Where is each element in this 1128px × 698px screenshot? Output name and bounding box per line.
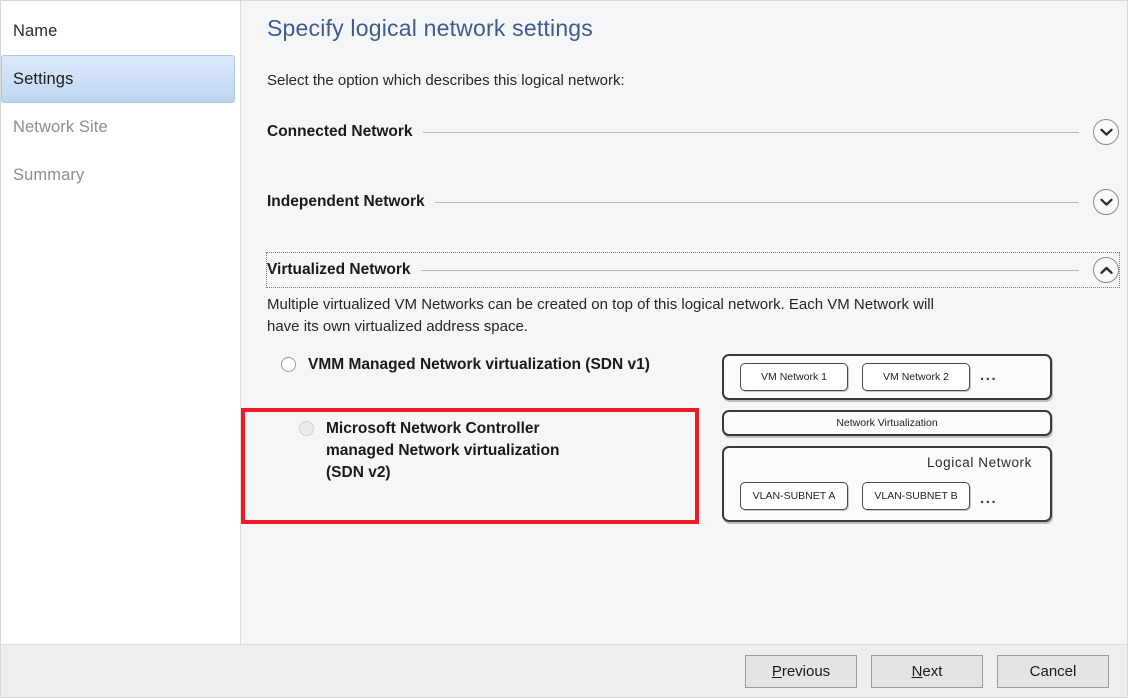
section-title: Connected Network [267, 123, 413, 140]
option-label: Microsoft Network Controller managed Net… [326, 420, 560, 482]
section-header[interactable]: Connected Network [267, 115, 1119, 149]
sidebar-item-network-site[interactable]: Network Site [1, 103, 240, 151]
section-description: Multiple virtualized VM Networks can be … [267, 296, 934, 336]
section-title: Virtualized Network [267, 261, 411, 278]
diagram-vm-network-layer: VM Network 1 VM Network 2 ... [722, 354, 1052, 401]
option-sdn-v1[interactable]: VMM Managed Network virtualization (SDN … [281, 354, 711, 376]
button-label: ext [922, 662, 943, 680]
section-divider [422, 131, 1079, 133]
diagram-chip-vlan-subnet-a: VLAN-SUBNET A [740, 482, 848, 511]
section-header[interactable]: Independent Network [267, 185, 1119, 219]
network-virtualization-diagram: VM Network 1 VM Network 2 ... Network Vi… [722, 354, 1052, 523]
option-sdn-v2[interactable]: Microsoft Network Controller managed Net… [299, 418, 599, 484]
dialog-footer: Previous Next Cancel [1, 644, 1127, 697]
diagram-overflow-ellipsis: ... [980, 366, 998, 384]
sidebar-item-name[interactable]: Name [1, 7, 240, 55]
content-pane: Specify logical network settings Select … [241, 1, 1127, 644]
accel-letter: P [771, 662, 782, 680]
button-label: Cancel [1029, 662, 1077, 680]
diagram-network-virtualization-layer: Network Virtualization [722, 410, 1052, 437]
diagram-chip-vm-network-1: VM Network 1 [740, 363, 848, 392]
intro-text: Select the option which describes this l… [267, 72, 625, 89]
chevron-down-icon[interactable] [1093, 189, 1119, 215]
diagram-chip-vm-network-2: VM Network 2 [862, 363, 970, 392]
section-header[interactable]: Virtualized Network [266, 252, 1120, 288]
sidebar-item-label: Settings [13, 69, 74, 88]
diagram-chip-vlan-subnet-b: VLAN-SUBNET B [862, 482, 970, 511]
diagram-layer-label: Network Virtualization [836, 417, 938, 430]
options-area: VMM Managed Network virtualization (SDN … [241, 354, 1077, 534]
sidebar-item-label: Network Site [13, 117, 108, 136]
diagram-vlan-subnet-group: VLAN-SUBNET A VLAN-SUBNET B ... [740, 482, 998, 511]
diagram-logical-network-layer: Logical Network VLAN-SUBNET A VLAN-SUBNE… [722, 446, 1052, 523]
section-independent-network: Independent Network [267, 185, 1119, 219]
sidebar-item-settings[interactable]: Settings [1, 55, 235, 103]
cancel-button[interactable]: Cancel [997, 654, 1109, 688]
dialog-body: Name Settings Network Site Summary Speci… [1, 1, 1127, 644]
next-button[interactable]: Next [871, 654, 983, 688]
chevron-up-icon[interactable] [1093, 257, 1119, 283]
section-connected-network: Connected Network [267, 115, 1119, 149]
radio-button-sdn-v1[interactable] [281, 357, 296, 373]
option-label: VMM Managed Network virtualization (SDN … [308, 356, 650, 374]
diagram-logical-network-caption: Logical Network [926, 455, 1032, 471]
section-divider [420, 269, 1079, 271]
accel-letter: N [911, 662, 923, 680]
wizard-dialog: Name Settings Network Site Summary Speci… [0, 0, 1128, 698]
previous-button[interactable]: Previous [745, 654, 857, 688]
section-divider [434, 201, 1079, 203]
sidebar-item-label: Name [13, 21, 58, 40]
wizard-step-sidebar: Name Settings Network Site Summary [1, 1, 241, 644]
button-label: revious [781, 662, 831, 680]
chevron-down-icon[interactable] [1093, 119, 1119, 145]
section-virtualized-network: Virtualized Network Multiple virtualized… [266, 252, 1120, 338]
sidebar-item-label: Summary [13, 165, 85, 184]
section-title: Independent Network [267, 193, 425, 210]
diagram-overflow-ellipsis: ... [980, 490, 998, 508]
page-title: Specify logical network settings [267, 15, 593, 41]
sidebar-item-summary[interactable]: Summary [1, 151, 240, 199]
radio-button-sdn-v2[interactable] [299, 421, 314, 437]
